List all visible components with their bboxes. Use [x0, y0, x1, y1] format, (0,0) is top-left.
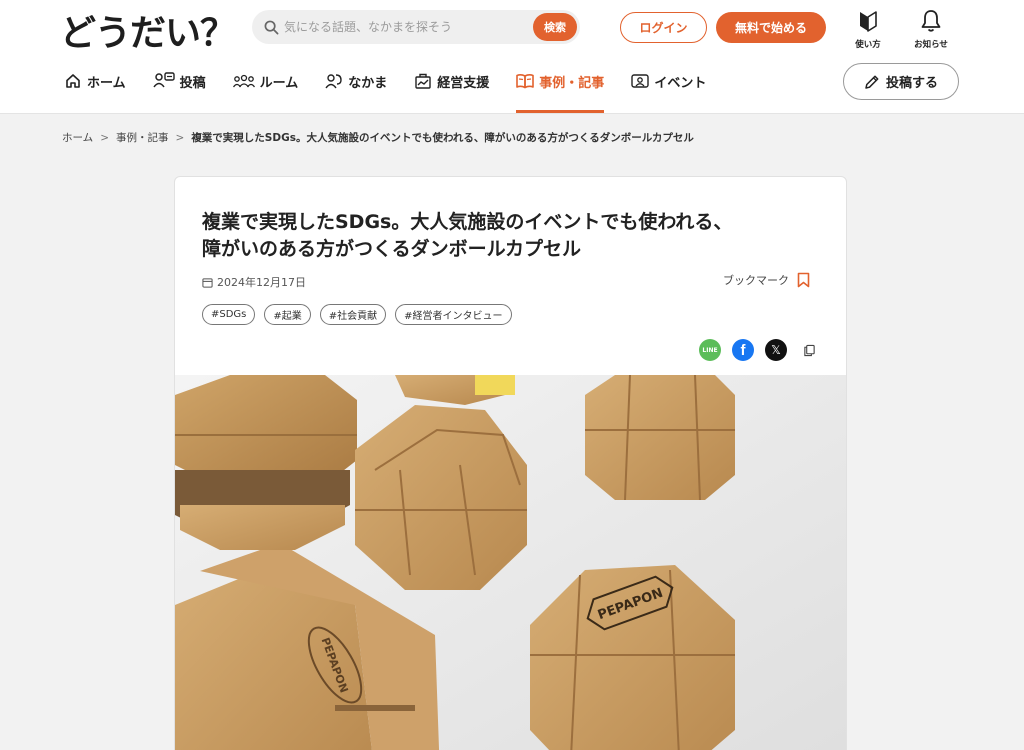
nav-item-label: なかま: [348, 75, 388, 91]
tag-list: #SDGs #起業 #社会貢献 #経営者インタビュー: [202, 304, 521, 325]
nav-item-label: イベント: [654, 75, 707, 91]
home-icon: [64, 72, 82, 90]
create-post-button[interactable]: 投稿する: [843, 63, 959, 100]
nav-item-rooms[interactable]: ルーム: [232, 64, 299, 98]
notifications-link[interactable]: お知らせ: [903, 8, 959, 50]
nav-item-friends[interactable]: なかま: [325, 64, 387, 98]
site-header: どうだい？ 検索 ログイン 無料で始める 使い方 お知らせ ホーム: [0, 0, 1024, 114]
friends-icon: [325, 72, 343, 90]
create-post-label: 投稿する: [885, 76, 938, 91]
nav-item-management-support[interactable]: 経営支援: [414, 64, 489, 98]
main-nav: ホーム 投稿 ルーム なかま 経営支援 事例・記事 イベント: [64, 64, 733, 114]
post-icon: [153, 72, 175, 90]
bookmark-button[interactable]: ブックマーク: [723, 272, 810, 288]
nav-item-label: 投稿: [179, 75, 206, 91]
bell-icon: [920, 8, 942, 34]
login-button[interactable]: ログイン: [620, 12, 707, 43]
facebook-share-icon[interactable]: f: [732, 339, 754, 361]
nav-item-label: ホーム: [87, 75, 126, 91]
tag-sdgs[interactable]: #SDGs: [202, 304, 256, 325]
nav-item-label: 経営支援: [437, 75, 490, 91]
line-share-icon[interactable]: LINE: [699, 339, 721, 361]
search-bar: 検索: [252, 10, 580, 44]
article-date-text: 2024年12月17日: [217, 276, 306, 289]
bookmark-label: ブックマーク: [723, 274, 789, 287]
signup-button[interactable]: 無料で始める: [716, 12, 826, 43]
breadcrumb-home[interactable]: ホーム: [62, 130, 93, 145]
nav-item-home[interactable]: ホーム: [64, 64, 126, 98]
nav-item-posts[interactable]: 投稿: [153, 64, 206, 98]
article-title: 複業で実現したSDGs。大人気施設のイベントでも使われる、 障がいのある方がつく…: [202, 209, 822, 263]
pencil-icon: [864, 74, 880, 90]
site-logo[interactable]: どうだい？: [60, 4, 236, 56]
nav-item-events[interactable]: イベント: [631, 64, 706, 98]
breadcrumb-cases-articles[interactable]: 事例・記事: [116, 130, 169, 145]
management-support-icon: [414, 72, 432, 90]
hero-image: PEPAPON PEPAPON: [175, 375, 846, 750]
tag-startup[interactable]: #起業: [264, 304, 311, 325]
how-to-use-link[interactable]: 使い方: [840, 8, 896, 50]
nav-item-label: 事例・記事: [539, 75, 605, 91]
article-title-line2: 障がいのある方がつくるダンボールカプセル: [202, 238, 582, 260]
notifications-label: お知らせ: [914, 40, 948, 50]
chevron-right-icon: >: [100, 131, 109, 144]
breadcrumb-current: 複業で実現したSDGs。大人気施設のイベントでも使われる、障がいのある方がつくる…: [191, 132, 694, 144]
share-buttons: LINE f 𝕏: [688, 339, 820, 361]
search-input[interactable]: [284, 20, 522, 34]
article-card: 複業で実現したSDGs。大人気施設のイベントでも使われる、 障がいのある方がつく…: [174, 176, 847, 750]
breadcrumb: ホーム > 事例・記事 > 複業で実現したSDGs。大人気施設のイベントでも使わ…: [62, 130, 694, 145]
nav-item-cases-articles[interactable]: 事例・記事: [516, 64, 605, 113]
copy-link-icon[interactable]: [798, 339, 820, 361]
search-button[interactable]: 検索: [533, 13, 577, 41]
room-icon: [232, 72, 255, 90]
event-icon: [631, 72, 650, 90]
tag-ceo-interview[interactable]: #経営者インタビュー: [395, 304, 512, 325]
calendar-icon: [202, 277, 213, 288]
article-title-line1: 複業で実現したSDGs。大人気施設のイベントでも使われる、: [202, 211, 733, 233]
tag-social-contribution[interactable]: #社会貢献: [319, 304, 387, 325]
x-share-icon[interactable]: 𝕏: [765, 339, 787, 361]
bookmark-icon: [797, 272, 810, 288]
search-icon: [262, 18, 280, 36]
article-date: 2024年12月17日: [202, 274, 306, 290]
beginner-mark-icon: [859, 8, 877, 34]
book-icon: [516, 72, 535, 90]
nav-item-label: ルーム: [259, 75, 299, 91]
how-to-use-label: 使い方: [855, 40, 881, 50]
chevron-right-icon: >: [175, 131, 185, 144]
